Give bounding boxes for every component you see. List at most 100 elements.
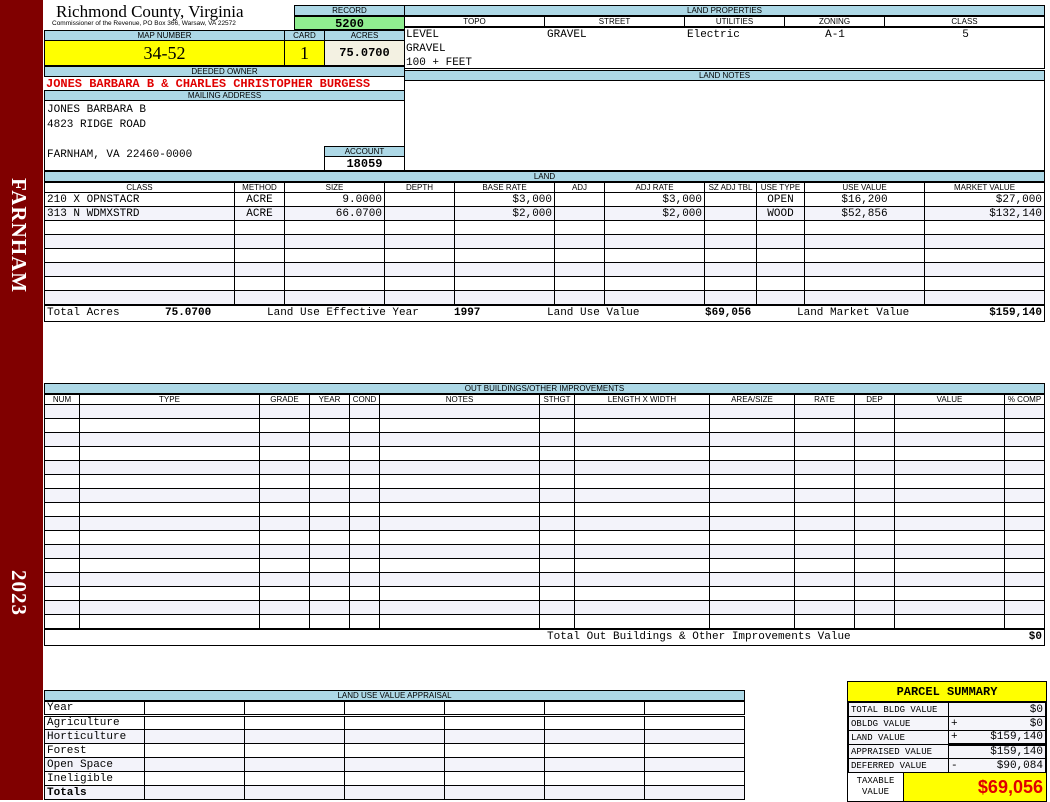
summary-operator: -: [951, 759, 958, 772]
outbuildings-cell: [539, 404, 575, 419]
land-use-row: Agriculture: [44, 715, 745, 730]
land-row: [44, 276, 1045, 291]
land-use-cell: [244, 785, 345, 800]
outbuildings-cell: [709, 544, 795, 559]
outbuildings-cell: [259, 404, 310, 419]
outbuildings-cell: [309, 488, 350, 503]
land-cell: [234, 248, 285, 263]
street-value: GRAVEL: [547, 29, 587, 41]
land-use-row-label: Forest: [44, 743, 145, 758]
land-cell: [454, 234, 555, 249]
land-col-header: MARKET VALUE: [924, 182, 1045, 193]
land-cell: [554, 192, 605, 207]
outbuildings-cell: [854, 418, 895, 433]
land-use-row-label: Year: [44, 701, 145, 717]
outbuildings-cell: [1004, 558, 1045, 573]
land-cell: [924, 290, 1045, 305]
outbuildings-cell: [794, 474, 855, 489]
outbuildings-cell: [259, 572, 310, 587]
outbuildings-cell: [259, 600, 310, 615]
land-use-cell: [244, 729, 345, 744]
outbuildings-col-header: RATE: [794, 394, 855, 405]
outbuildings-cell: [44, 516, 80, 531]
summary-amount: $159,140: [990, 746, 1043, 758]
outbuildings-cell: [794, 502, 855, 517]
outbuildings-cell: [44, 614, 80, 629]
outbuildings-cell: [379, 572, 540, 587]
outbuildings-cell: [349, 404, 380, 419]
land-col-header: ADJ: [554, 182, 605, 193]
outbuildings-row: [44, 432, 1045, 447]
office-address: Commissioner of the Revenue, PO Box 366,…: [52, 20, 236, 27]
summary-row: APPRAISED VALUE $159,140: [848, 744, 1046, 759]
summary-operator: +: [951, 717, 958, 730]
outbuildings-cell: [574, 600, 710, 615]
land-use-cell: [344, 743, 445, 758]
outbuildings-col-header: NUM: [44, 394, 80, 405]
land-row: [44, 248, 1045, 263]
outbuildings-cell: [259, 474, 310, 489]
outbuildings-cell: [794, 488, 855, 503]
outbuildings-cell: [574, 460, 710, 475]
outbuildings-cell: [539, 530, 575, 545]
land-cell: [704, 290, 757, 305]
summary-value: $159,140: [948, 744, 1046, 759]
outbuildings-cell: [79, 474, 260, 489]
outbuildings-cell: [894, 432, 1005, 447]
outbuildings-row: [44, 488, 1045, 503]
outbuildings-cell: [379, 488, 540, 503]
outbuildings-row: [44, 446, 1045, 461]
land-use-cell: [144, 785, 245, 800]
land-cell: [454, 220, 555, 235]
outbuildings-cell: [854, 502, 895, 517]
outbuildings-cell: [349, 432, 380, 447]
outbuildings-cell: [709, 432, 795, 447]
land-col-header: SIZE: [284, 182, 385, 193]
outbuildings-cell: [1004, 460, 1045, 475]
land-cell: [384, 234, 455, 249]
outbuildings-cell: [259, 586, 310, 601]
outbuildings-cell: [539, 502, 575, 517]
outbuildings-cell: [44, 558, 80, 573]
land-cell: ACRE: [234, 192, 285, 207]
outbuildings-cell: [309, 614, 350, 629]
outbuildings-cell: [379, 544, 540, 559]
land-use-cell: [144, 701, 245, 717]
outbuildings-cell: [894, 600, 1005, 615]
class-value: 5: [962, 29, 969, 41]
summary-label: OBLDG VALUE: [848, 716, 949, 731]
land-use-cell: [544, 729, 645, 744]
summary-amount: $0: [1029, 703, 1043, 716]
land-cell: [924, 248, 1045, 263]
land-cell: [704, 234, 757, 249]
land-use-cell: [444, 701, 545, 717]
outbuildings-cell: [539, 516, 575, 531]
outbuildings-cell: [794, 516, 855, 531]
outbuildings-cell: [539, 446, 575, 461]
land-use-cell: [344, 701, 445, 717]
summary-row: LAND VALUE + $159,140: [848, 730, 1046, 746]
outbuildings-cell: [259, 544, 310, 559]
land-cell: [704, 206, 757, 221]
land-use-cell: [644, 757, 745, 772]
land-cell: ACRE: [234, 206, 285, 221]
land-cell: [44, 234, 235, 249]
outbuildings-cell: [574, 558, 710, 573]
land-use-cell: [244, 757, 345, 772]
outbuildings-cell: [709, 460, 795, 475]
outbuildings-cell: [574, 404, 710, 419]
land-cell: [554, 206, 605, 221]
outbuildings-row: [44, 600, 1045, 615]
outbuildings-cell: [379, 600, 540, 615]
summary-label: DEFERRED VALUE: [848, 758, 949, 773]
outbuildings-cell: [709, 502, 795, 517]
land-section: LAND CLASS METHOD SIZE DEPTH BASE RATE ADJ ADJ…: [44, 171, 1045, 322]
outbuildings-cell: [309, 460, 350, 475]
outbuildings-row: [44, 530, 1045, 545]
land-use-row: Totals: [44, 785, 745, 800]
outbuildings-cell: [44, 432, 80, 447]
outbuildings-cell: [709, 488, 795, 503]
outbuildings-cell: [709, 530, 795, 545]
acres-value: 75.0700: [324, 40, 405, 66]
outbuildings-cell: [1004, 502, 1045, 517]
